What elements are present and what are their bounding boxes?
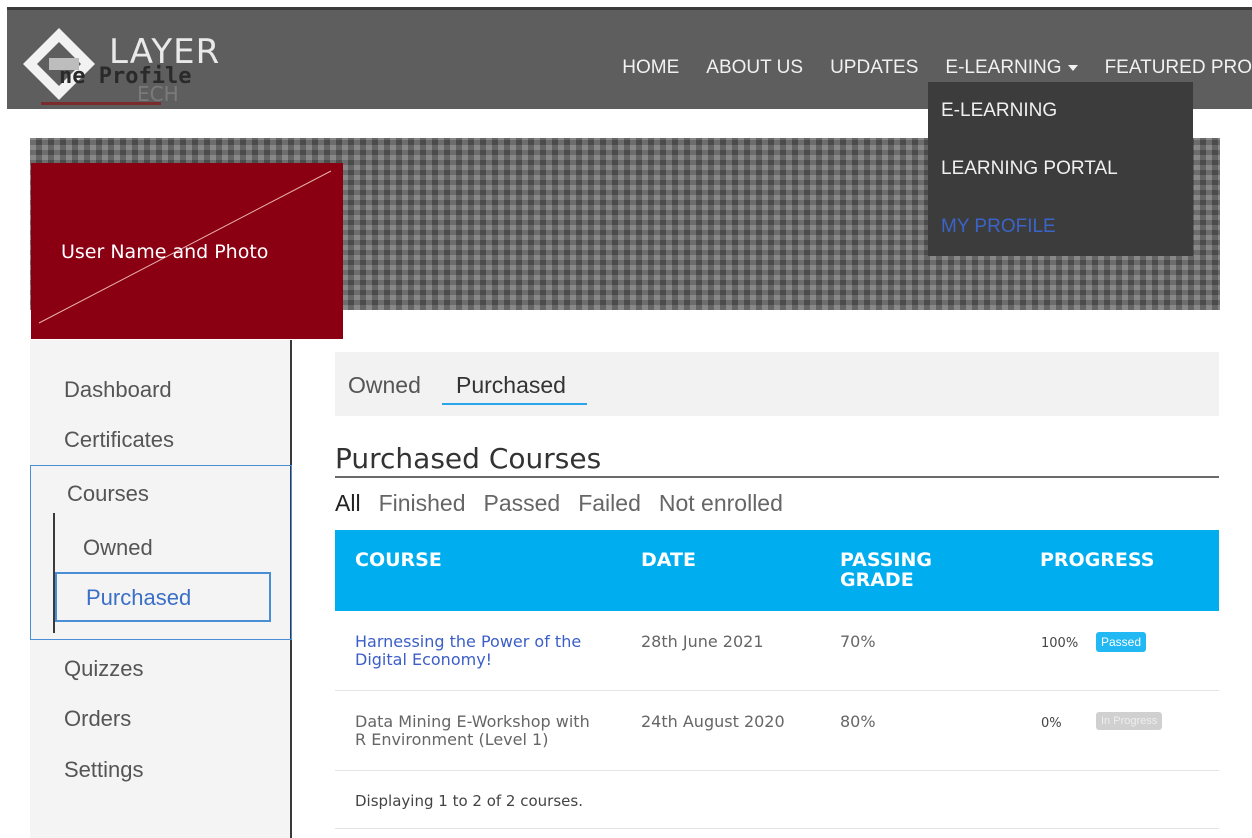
table-row: Data Mining E-Workshop with R Environmen… [335, 691, 1219, 771]
logo-underline [41, 102, 161, 105]
user-name-photo-label: User Name and Photo [61, 241, 269, 263]
filter-failed[interactable]: Failed [578, 490, 641, 517]
course-filters: All Finished Passed Failed Not enrolled [335, 490, 801, 517]
column-passing-line2: GRADE [840, 569, 914, 591]
column-passing-grade: PASSING GRADE [840, 550, 932, 590]
course-title-line2: Digital Economy! [355, 650, 493, 669]
filter-not-enrolled[interactable]: Not enrolled [659, 490, 783, 517]
column-course: COURSE [355, 549, 442, 571]
dropdown-item-e-learning[interactable]: E-LEARNING [941, 100, 1057, 122]
sidebar-item-orders[interactable]: Orders [64, 706, 131, 732]
nav-featured[interactable]: FEATURED PRO [1105, 57, 1252, 79]
sidebar-subitem-purchased[interactable]: Purchased [86, 585, 191, 611]
nav-home[interactable]: HOME [622, 57, 679, 79]
tab-active-underline [442, 403, 587, 405]
main-nav: HOME ABOUT US UPDATES E-LEARNING FEATURE… [595, 57, 1252, 79]
sidebar-item-settings[interactable]: Settings [64, 757, 144, 783]
course-date: 24th August 2020 [641, 712, 785, 731]
page-title: Purchased Courses [335, 442, 602, 475]
sidebar-item-courses[interactable]: Courses [67, 481, 149, 507]
column-progress: PROGRESS [1040, 549, 1155, 571]
course-progress-value: 100% [1041, 636, 1079, 651]
course-date: 28th June 2021 [641, 632, 764, 651]
table-bottom-divider [335, 828, 1219, 829]
nav-updates[interactable]: UPDATES [830, 57, 918, 79]
nav-about-us[interactable]: ABOUT US [706, 57, 803, 79]
sidebar-item-certificates[interactable]: Certificates [64, 427, 174, 453]
tab-owned[interactable]: Owned [348, 372, 421, 399]
sidebar-item-quizzes[interactable]: Quizzes [64, 656, 143, 682]
nav-e-learning-label: E-LEARNING [945, 57, 1062, 78]
e-learning-dropdown: E-LEARNING LEARNING PORTAL MY PROFILE [928, 82, 1193, 256]
tab-purchased[interactable]: Purchased [456, 372, 566, 399]
user-photo-placeholder: User Name and Photo [31, 163, 343, 339]
site-logo[interactable]: LAYER ne Profile ECH [19, 24, 239, 106]
section-divider [335, 476, 1219, 478]
course-progress-value: 0% [1041, 716, 1062, 731]
nav-e-learning[interactable]: E-LEARNING [945, 57, 1078, 79]
dropdown-item-my-profile[interactable]: MY PROFILE [941, 216, 1056, 238]
filter-finished[interactable]: Finished [379, 490, 466, 517]
course-title-line2: R Environment (Level 1) [355, 730, 549, 749]
caret-down-icon [1067, 64, 1078, 71]
course-title-line1: Harnessing the Power of the [355, 632, 582, 651]
course-title[interactable]: Data Mining E-Workshop with R Environmen… [355, 713, 590, 749]
course-tabs: Owned Purchased [335, 352, 1219, 416]
sidebar-subitem-owned[interactable]: Owned [83, 535, 153, 561]
course-passing-grade: 80% [840, 712, 876, 731]
sidebar-item-dashboard[interactable]: Dashboard [64, 377, 172, 403]
course-passing-grade: 70% [840, 632, 876, 651]
table-row: Harnessing the Power of the Digital Econ… [335, 611, 1219, 691]
dropdown-item-learning-portal[interactable]: LEARNING PORTAL [941, 158, 1118, 180]
profile-sidebar: Dashboard Certificates Courses Owned Pur… [30, 340, 292, 838]
status-badge: Passed [1096, 632, 1147, 652]
pagination-summary: Displaying 1 to 2 of 2 courses. [355, 792, 583, 810]
column-passing-line1: PASSING [840, 549, 932, 571]
course-title-link[interactable]: Harnessing the Power of the Digital Econ… [355, 633, 581, 669]
filter-all[interactable]: All [335, 490, 361, 517]
filter-passed[interactable]: Passed [484, 490, 561, 517]
column-date: DATE [641, 549, 696, 571]
course-title-line1: Data Mining E-Workshop with [355, 712, 590, 731]
status-badge: In Progress [1096, 712, 1163, 730]
courses-table-header: COURSE DATE PASSING GRADE PROGRESS [335, 530, 1219, 611]
